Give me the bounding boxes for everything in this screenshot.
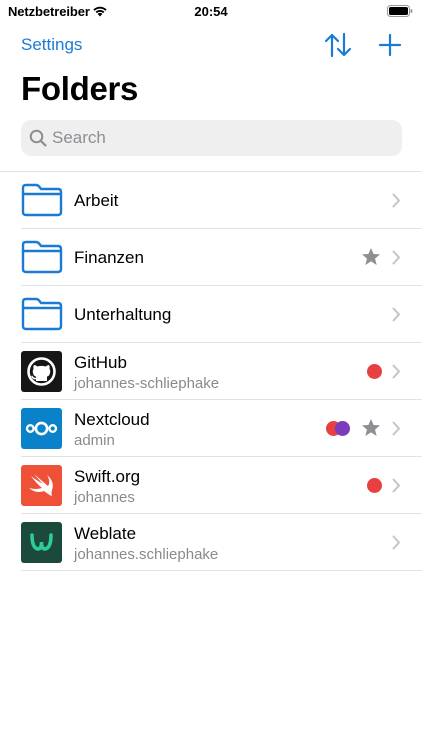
chevron-right-icon: [392, 250, 400, 265]
folder-icon: [21, 297, 63, 331]
entry-name: Swift.org: [74, 467, 141, 486]
github-icon: [21, 351, 62, 392]
folder-entry-list: Arbeit Finanzen Unterhaltung GitHub joha…: [0, 171, 422, 571]
tag-dot-purple: [335, 421, 350, 436]
search-bar[interactable]: [21, 120, 402, 156]
nav-bar: Settings: [0, 26, 422, 64]
entry-username: johannes-schliephake: [74, 375, 220, 392]
weblate-icon: [21, 522, 62, 563]
folder-name: Arbeit: [74, 191, 119, 210]
chevron-right-icon: [392, 307, 400, 322]
tag-dot-red: [367, 478, 382, 493]
entry-username: johannes.schliephake: [74, 546, 219, 563]
swift-icon: [21, 465, 62, 506]
entry-name: Nextcloud: [74, 410, 150, 429]
folder-name: Unterhaltung: [74, 305, 172, 324]
add-button[interactable]: [377, 32, 403, 58]
star-icon: [362, 419, 380, 436]
battery-icon: [387, 5, 413, 17]
chevron-right-icon: [392, 364, 400, 379]
settings-button[interactable]: Settings: [21, 35, 82, 55]
entry-username: johannes: [74, 489, 135, 506]
chevron-right-icon: [392, 535, 400, 550]
entry-row[interactable]: GitHub johannes-schliephake: [21, 343, 422, 400]
folder-icon: [21, 240, 63, 274]
tag-dots: [326, 421, 352, 436]
entry-row[interactable]: Swift.org johannes: [21, 457, 422, 514]
chevron-right-icon: [392, 421, 400, 436]
entry-row[interactable]: Nextcloud admin: [21, 400, 422, 457]
folder-row[interactable]: Finanzen: [21, 229, 422, 286]
status-bar: Netzbetreiber 20:54: [0, 0, 422, 24]
folder-row[interactable]: Unterhaltung: [21, 286, 422, 343]
search-icon: [29, 129, 47, 147]
folder-name: Finanzen: [74, 248, 144, 267]
chevron-right-icon: [392, 193, 400, 208]
page-title: Folders: [21, 70, 139, 107]
entry-name: GitHub: [74, 353, 127, 372]
entry-name: Weblate: [74, 524, 137, 543]
search-input[interactable]: [52, 120, 392, 156]
sort-button[interactable]: [324, 32, 352, 58]
entry-row[interactable]: Weblate johannes.schliephake: [21, 514, 422, 571]
folder-icon: [21, 183, 63, 217]
star-icon: [362, 248, 380, 265]
clock: 20:54: [194, 4, 228, 19]
chevron-right-icon: [392, 478, 400, 493]
tag-dot-red: [367, 364, 382, 379]
nextcloud-icon: [21, 408, 62, 449]
plus-icon: [378, 33, 402, 57]
entry-username: admin: [74, 432, 115, 449]
folder-row[interactable]: Arbeit: [21, 172, 422, 229]
sort-arrows-icon: [324, 32, 352, 58]
